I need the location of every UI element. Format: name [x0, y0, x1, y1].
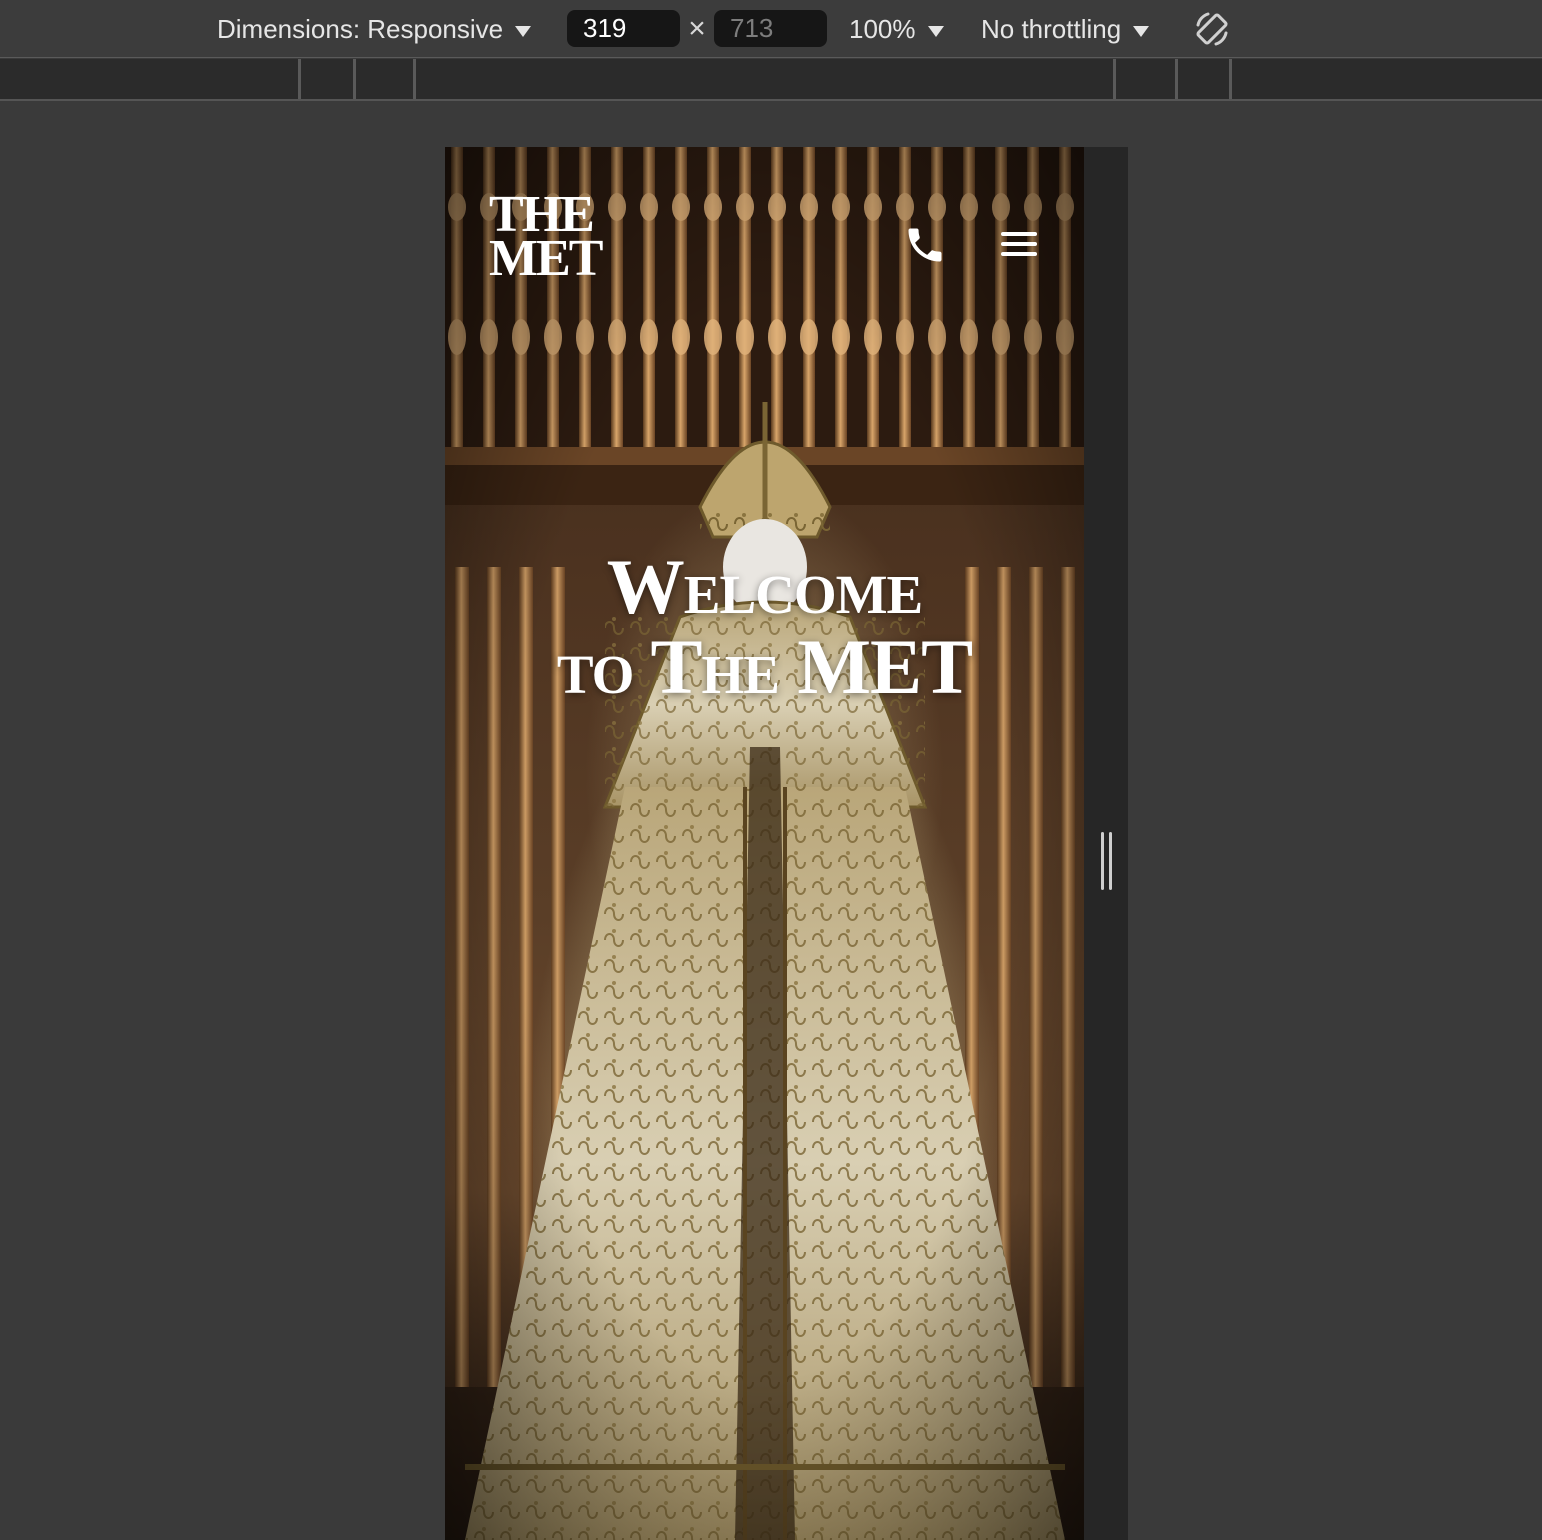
width-input[interactable]: 319 [567, 10, 680, 47]
throttling-label: No throttling [981, 13, 1122, 44]
times-icon: × [688, 12, 706, 45]
media-query-bar [0, 59, 1542, 101]
chevron-down-icon [927, 25, 944, 37]
hero-background-image [445, 147, 1084, 1540]
media-query-divider [1113, 59, 1116, 99]
dimensions-label: Dimensions: Responsive [217, 13, 504, 44]
throttling-dropdown[interactable]: No throttling [981, 0, 1150, 58]
dimensions-dropdown[interactable]: Dimensions: Responsive [217, 0, 532, 58]
zoom-dropdown[interactable]: 100% [849, 0, 944, 58]
logo-line-2: MET [489, 230, 603, 287]
phone-icon[interactable] [903, 223, 947, 267]
hamburger-menu-icon[interactable] [999, 229, 1039, 259]
media-query-divider [413, 59, 416, 99]
chevron-down-icon [515, 25, 532, 37]
viewport-resize-handle[interactable] [1100, 832, 1114, 892]
hero-heading-line-1: Welcome [606, 543, 923, 630]
zoom-label: 100% [849, 13, 916, 44]
media-query-divider [298, 59, 301, 99]
site-header: THE MET [445, 147, 1084, 307]
height-input[interactable]: 713 [714, 10, 827, 47]
media-query-divider [1175, 59, 1178, 99]
chevron-down-icon [1133, 25, 1150, 37]
media-query-divider [1229, 59, 1232, 99]
hero-heading: Welcome to The MET [445, 547, 1084, 707]
hero-heading-line-2: to The MET [556, 623, 973, 710]
device-toolbar: Dimensions: Responsive 319 × 713 100% No… [0, 0, 1542, 58]
rotate-button[interactable] [1190, 0, 1234, 58]
rotate-icon [1196, 12, 1228, 46]
device-viewport: THE MET Welcome to The MET [445, 147, 1084, 1540]
met-logo[interactable]: THE MET [489, 189, 603, 287]
media-query-divider [353, 59, 356, 99]
